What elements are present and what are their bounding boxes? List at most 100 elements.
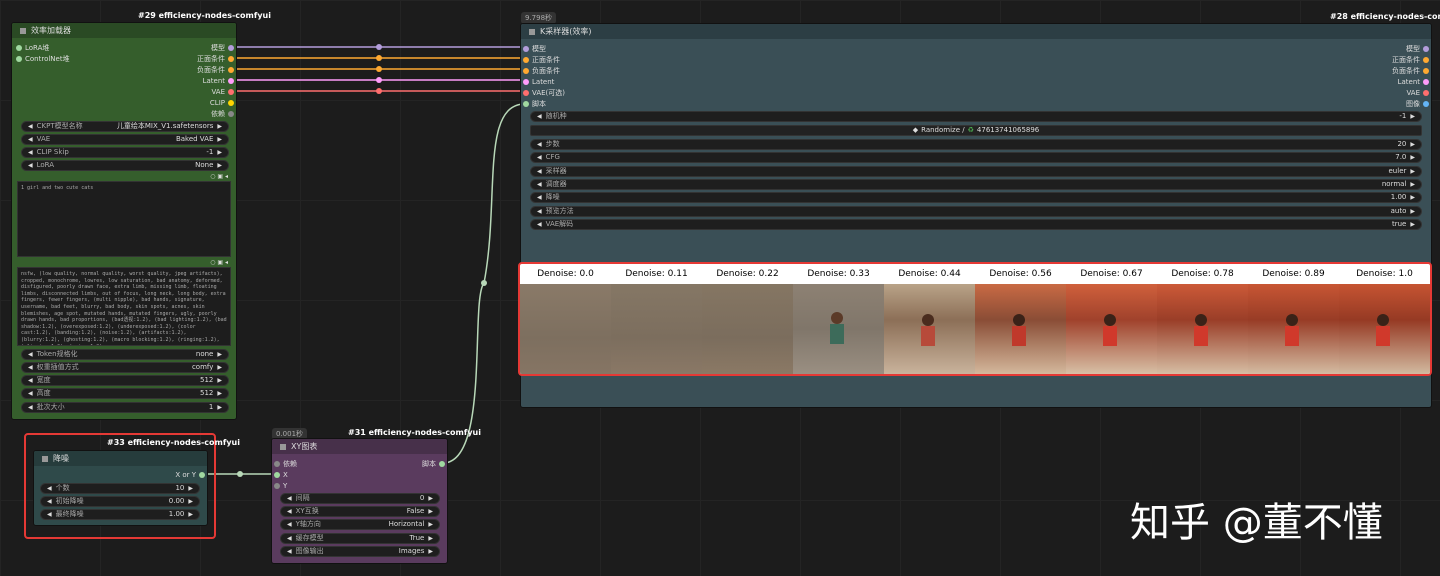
left-arrow-icon[interactable]: ◀ xyxy=(537,112,542,121)
node28-header[interactable]: K采样器(效率) xyxy=(521,24,1431,39)
collapse-icon[interactable] xyxy=(529,28,535,35)
widget-xy-flip[interactable]: ◀ XY互换 False ▶ xyxy=(280,506,440,517)
widget-preview-method[interactable]: ◀ 预览方法 auto ▶ xyxy=(530,206,1422,217)
output-model[interactable]: 模型 xyxy=(174,43,234,53)
efficient-loader-node[interactable]: 效率加载器 LoRA堆 ControlNet堆 模型 正面条件 负面条件 Lat… xyxy=(11,22,237,420)
widget-denoise[interactable]: ◀ 降噪 1.00 ▶ xyxy=(530,192,1422,203)
negative-prompt-textarea[interactable]: nsfw, (low quality, normal quality, wors… xyxy=(17,267,231,346)
output-vae[interactable]: VAE xyxy=(1369,88,1429,98)
widget-cache-models[interactable]: ◀ 缓存模型 True ▶ xyxy=(280,533,440,544)
right-arrow-icon[interactable]: ▶ xyxy=(428,520,433,529)
left-arrow-icon[interactable]: ◀ xyxy=(28,135,33,144)
left-arrow-icon[interactable]: ◀ xyxy=(287,520,292,529)
output-dependencies[interactable]: 依赖 xyxy=(174,109,234,119)
right-arrow-icon[interactable]: ▶ xyxy=(428,507,433,516)
widget-seed[interactable]: ◀ 随机种 -1 ▶ xyxy=(530,111,1422,122)
right-arrow-icon[interactable]: ▶ xyxy=(217,122,222,131)
output-latent[interactable]: Latent xyxy=(1369,77,1429,87)
right-arrow-icon[interactable]: ▶ xyxy=(428,494,433,503)
node29-header[interactable]: 效率加载器 xyxy=(12,23,236,38)
right-arrow-icon[interactable]: ▶ xyxy=(217,376,222,385)
widget-height[interactable]: ◀ 高度 512 ▶ xyxy=(21,388,229,399)
widget-steps[interactable]: ◀ 步数 20 ▶ xyxy=(530,139,1422,150)
widget-weight-interpretation[interactable]: ◀ 权重插值方式 comfy ▶ xyxy=(21,362,229,373)
right-arrow-icon[interactable]: ▶ xyxy=(217,363,222,372)
xy-plot-node[interactable]: XY图表 依赖 X Y 脚本 ◀ 间隔 0 ▶ ◀ XY互换 False ▶ ◀ Y轴方向 Ho… xyxy=(271,438,448,564)
widget-y-label-orientation[interactable]: ◀ Y轴方向 Horizontal ▶ xyxy=(280,519,440,530)
input-latent[interactable]: Latent xyxy=(523,77,554,87)
right-arrow-icon[interactable]: ▶ xyxy=(217,350,222,359)
widget-cfg[interactable]: ◀ CFG 7.0 ▶ xyxy=(530,152,1422,163)
left-arrow-icon[interactable]: ◀ xyxy=(287,507,292,516)
widget-end-denoise[interactable]: ◀ 最终降噪 1.00 ▶ xyxy=(40,509,200,520)
left-arrow-icon[interactable]: ◀ xyxy=(537,140,542,149)
right-arrow-icon[interactable]: ▶ xyxy=(1410,112,1415,121)
right-arrow-icon[interactable]: ▶ xyxy=(188,510,193,519)
positive-prompt-textarea[interactable]: 1 girl and two cute cats xyxy=(17,181,231,257)
output-negative[interactable]: 负面条件 xyxy=(1369,66,1429,76)
left-arrow-icon[interactable]: ◀ xyxy=(28,148,33,157)
textbox-controls-icon[interactable]: ○ ▣ ◂ xyxy=(210,259,228,266)
collapse-icon[interactable] xyxy=(280,443,286,450)
left-arrow-icon[interactable]: ◀ xyxy=(537,180,542,189)
right-arrow-icon[interactable]: ▶ xyxy=(1410,180,1415,189)
right-arrow-icon[interactable]: ▶ xyxy=(188,497,193,506)
right-arrow-icon[interactable]: ▶ xyxy=(428,547,433,556)
right-arrow-icon[interactable]: ▶ xyxy=(217,403,222,412)
input-script[interactable]: 脚本 xyxy=(523,99,546,109)
right-arrow-icon[interactable]: ▶ xyxy=(428,534,433,543)
widget-vae-decode[interactable]: ◀ VAE解码 true ▶ xyxy=(530,219,1422,230)
left-arrow-icon[interactable]: ◀ xyxy=(28,389,33,398)
widget-start-denoise[interactable]: ◀ 初始降噪 0.00 ▶ xyxy=(40,496,200,507)
left-arrow-icon[interactable]: ◀ xyxy=(537,207,542,216)
input-negative[interactable]: 负面条件 xyxy=(523,66,560,76)
widget-batch-size[interactable]: ◀ 批次大小 1 ▶ xyxy=(21,402,229,413)
left-arrow-icon[interactable]: ◀ xyxy=(287,534,292,543)
node31-header[interactable]: XY图表 xyxy=(272,439,447,454)
left-arrow-icon[interactable]: ◀ xyxy=(287,547,292,556)
input-controlnet-stack[interactable]: ControlNet堆 xyxy=(16,54,70,64)
output-script[interactable]: 脚本 xyxy=(385,459,445,469)
xy-result-image[interactable]: Denoise: 0.0 Denoise: 0.11 Denoise: 0.22… xyxy=(518,262,1432,376)
left-arrow-icon[interactable]: ◀ xyxy=(537,167,542,176)
input-y[interactable]: Y xyxy=(274,481,287,491)
left-arrow-icon[interactable]: ◀ xyxy=(28,350,33,359)
right-arrow-icon[interactable]: ▶ xyxy=(217,148,222,157)
left-arrow-icon[interactable]: ◀ xyxy=(28,122,33,131)
right-arrow-icon[interactable]: ▶ xyxy=(217,161,222,170)
left-arrow-icon[interactable]: ◀ xyxy=(28,376,33,385)
input-x[interactable]: X xyxy=(274,470,288,480)
right-arrow-icon[interactable]: ▶ xyxy=(1410,167,1415,176)
input-vae-optional[interactable]: VAE(可选) xyxy=(523,88,565,98)
right-arrow-icon[interactable]: ▶ xyxy=(1410,207,1415,216)
left-arrow-icon[interactable]: ◀ xyxy=(537,193,542,202)
widget-clip-skip[interactable]: ◀ CLIP Skip -1 ▶ xyxy=(21,147,229,158)
widget-image-output[interactable]: ◀ 图像输出 Images ▶ xyxy=(280,546,440,557)
input-model[interactable]: 模型 xyxy=(523,44,546,54)
input-lora-stack[interactable]: LoRA堆 xyxy=(16,43,49,53)
widget-width[interactable]: ◀ 宽度 512 ▶ xyxy=(21,375,229,386)
output-positive[interactable]: 正面条件 xyxy=(1369,55,1429,65)
node33-header[interactable]: 降噪 xyxy=(34,451,207,466)
output-positive[interactable]: 正面条件 xyxy=(174,54,234,64)
widget-sampler[interactable]: ◀ 采样器 euler ▶ xyxy=(530,166,1422,177)
widget-lora[interactable]: ◀ LoRA None ▶ xyxy=(21,160,229,171)
widget-vae[interactable]: ◀ VAE Baked VAE ▶ xyxy=(21,134,229,145)
widget-grid-spacing[interactable]: ◀ 间隔 0 ▶ xyxy=(280,493,440,504)
output-image[interactable]: 图像 xyxy=(1369,99,1429,109)
right-arrow-icon[interactable]: ▶ xyxy=(217,389,222,398)
left-arrow-icon[interactable]: ◀ xyxy=(537,220,542,229)
textbox-controls-icon[interactable]: ○ ▣ ◂ xyxy=(210,173,228,180)
left-arrow-icon[interactable]: ◀ xyxy=(28,403,33,412)
left-arrow-icon[interactable]: ◀ xyxy=(47,484,52,493)
output-negative[interactable]: 负面条件 xyxy=(174,65,234,75)
output-vae[interactable]: VAE xyxy=(174,87,234,97)
randomize-button[interactable]: ◆ Randomize / ♻ 47613741065896 xyxy=(530,125,1422,136)
input-positive[interactable]: 正面条件 xyxy=(523,55,560,65)
output-x-or-y[interactable]: X or Y xyxy=(145,470,205,480)
right-arrow-icon[interactable]: ▶ xyxy=(1410,220,1415,229)
right-arrow-icon[interactable]: ▶ xyxy=(217,135,222,144)
input-dependencies[interactable]: 依赖 xyxy=(274,459,297,469)
output-clip[interactable]: CLIP xyxy=(174,98,234,108)
collapse-icon[interactable] xyxy=(42,455,48,462)
